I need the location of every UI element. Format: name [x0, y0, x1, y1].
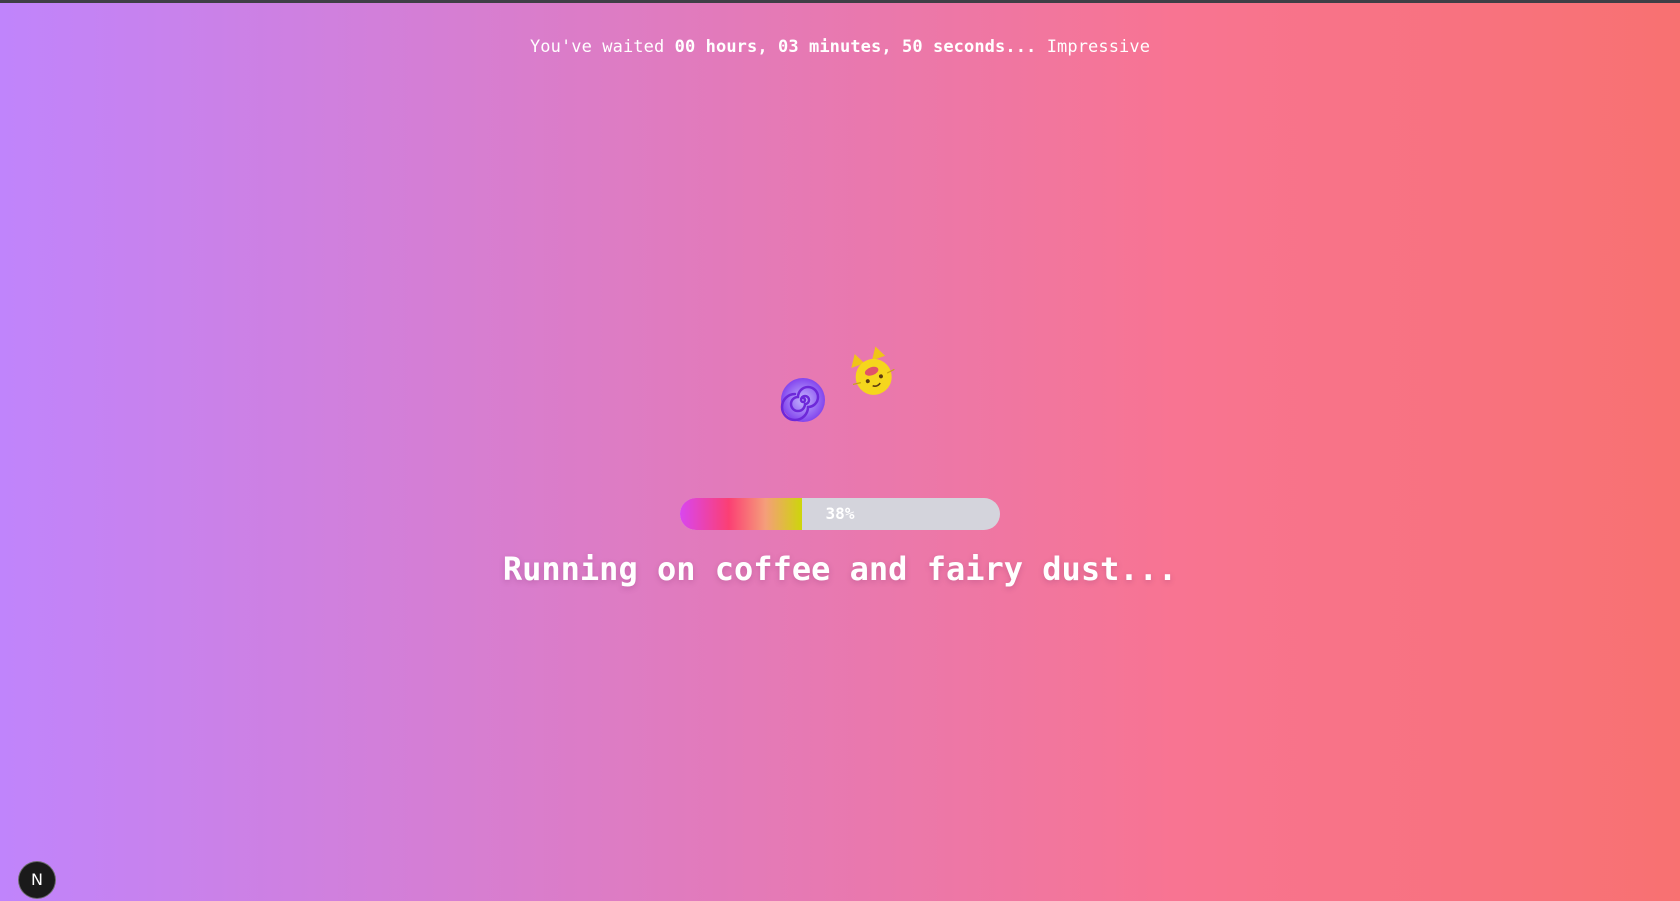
wait-prefix: You've waited: [529, 37, 675, 57]
progress-label: 38%: [825, 504, 855, 523]
loading-message: Running on coffee and fairy dust...: [502, 550, 1178, 588]
wait-timer: You've waited 00 hours, 03 minutes, 50 s…: [0, 37, 1680, 57]
cat-icon: [851, 346, 895, 395]
nextjs-icon: N: [31, 870, 43, 889]
spiral-icon: [780, 378, 825, 422]
emoji-animation: [760, 335, 920, 435]
wait-elapsed: 00 hours, 03 minutes, 50 seconds...: [674, 37, 1037, 57]
top-border: [0, 0, 1680, 3]
progress-bar: 38%: [680, 498, 1000, 530]
wait-suffix: Impressive: [1036, 37, 1151, 57]
nextjs-dev-badge[interactable]: N: [19, 862, 55, 898]
